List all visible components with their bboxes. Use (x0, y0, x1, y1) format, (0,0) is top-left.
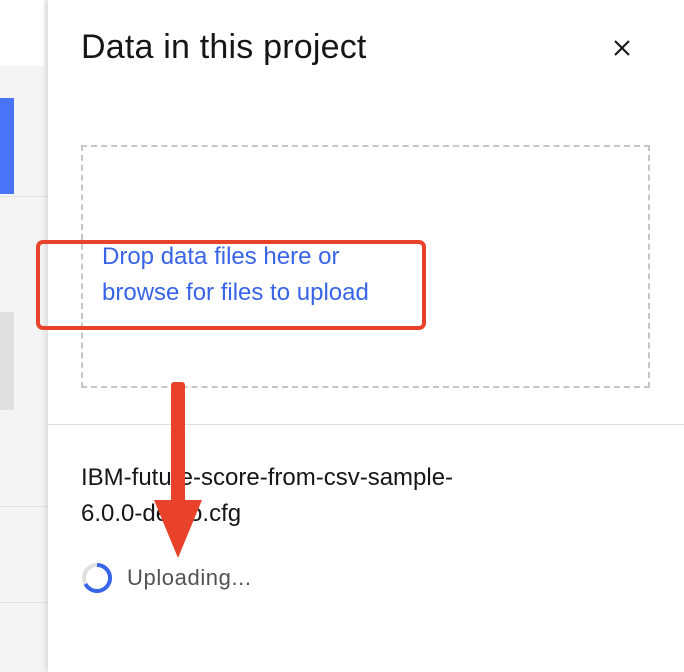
panel-title: Data in this project (81, 28, 367, 66)
background-strip (0, 0, 44, 66)
panel-divider (48, 424, 684, 425)
close-icon (614, 40, 630, 56)
file-name-line1: IBM-future-score-from-csv-sample- (81, 464, 454, 491)
annotation-arrow-icon (154, 382, 202, 558)
background-divider (0, 506, 48, 507)
close-button[interactable] (608, 34, 636, 62)
background-divider (0, 196, 48, 197)
background-blue-button (0, 98, 14, 194)
upload-status: Uploading... (81, 562, 252, 594)
upload-status-text: Uploading... (127, 565, 252, 590)
annotation-highlight-box (36, 240, 426, 330)
background-divider (0, 602, 48, 603)
loading-spinner-icon (82, 562, 113, 593)
background-gray-block (0, 312, 14, 410)
background-page (0, 0, 48, 672)
data-panel: Data in this project Drop data files her… (48, 0, 684, 672)
